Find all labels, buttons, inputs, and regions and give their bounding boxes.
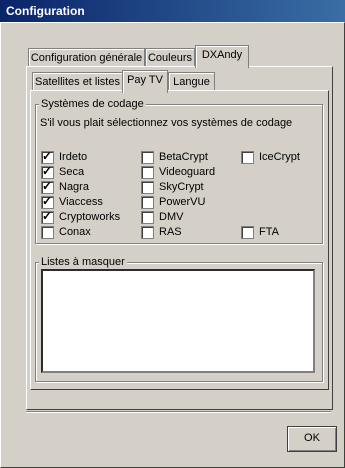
checkbox-box[interactable]: [141, 210, 154, 224]
checkbox-label: Viaccess: [59, 196, 103, 208]
checkbox-label: Conax: [59, 226, 91, 238]
checkbox-label: FTA: [259, 226, 279, 238]
separator: [26, 411, 331, 413]
checkbox-label: Irdeto: [59, 151, 88, 163]
hidden-lists-title: Listes à masquer: [39, 256, 127, 268]
checkbox-label: Cryptoworks: [59, 211, 121, 223]
hidden-lists-listbox[interactable]: [41, 269, 315, 373]
checkbox-label: BetaCrypt: [159, 151, 208, 163]
checkbox-conax[interactable]: Conax: [41, 225, 91, 239]
tab-label: DXAndy: [201, 49, 243, 61]
checkbox-label: DMV: [159, 211, 184, 223]
checkbox-box[interactable]: [141, 225, 154, 239]
checkbox-label: Nagra: [59, 181, 89, 193]
encoding-instruction: S'il vous plait sélectionnez vos système…: [40, 117, 293, 129]
check-mark-icon: ✓: [42, 178, 53, 193]
checkbox-box[interactable]: ✓: [41, 163, 54, 179]
tab-pay-tv[interactable]: Pay TV: [122, 70, 168, 93]
tab-label: Langue: [173, 76, 210, 88]
checkbox-dmv[interactable]: DMV: [141, 210, 183, 224]
tab-label: Configuration générale: [30, 52, 143, 64]
checkbox-box[interactable]: [141, 180, 154, 194]
checkbox-label: SkyCrypt: [159, 181, 204, 193]
checkbox-box[interactable]: [141, 195, 154, 209]
checkbox-box[interactable]: ✓: [41, 148, 54, 164]
check-mark-icon: ✓: [42, 193, 53, 208]
title-bar: Configuration: [0, 0, 345, 22]
checkbox-irdeto[interactable]: ✓ Irdeto: [41, 148, 88, 164]
checkbox-seca[interactable]: ✓ Seca: [41, 163, 85, 179]
checkbox-box[interactable]: [41, 225, 54, 239]
checkbox-videoguard[interactable]: Videoguard: [141, 165, 215, 179]
checkbox-cryptoworks[interactable]: ✓ Cryptoworks: [41, 208, 121, 224]
checkbox-box[interactable]: [141, 150, 154, 164]
checkbox-fta[interactable]: FTA: [241, 225, 279, 239]
tab-label: Satellites et listes: [35, 76, 120, 88]
tab-label: Pay TV: [127, 74, 163, 86]
checkbox-box[interactable]: [241, 225, 254, 239]
checkbox-betacrypt[interactable]: BetaCrypt: [141, 150, 208, 164]
checkbox-viaccess[interactable]: ✓ Viaccess: [41, 193, 103, 209]
checkbox-label: Seca: [59, 166, 85, 178]
check-mark-icon: ✓: [42, 148, 53, 163]
check-mark-icon: ✓: [42, 208, 53, 223]
checkbox-box[interactable]: ✓: [41, 208, 54, 224]
checkbox-label: RAS: [159, 226, 182, 238]
checkbox-box[interactable]: [141, 165, 154, 179]
checkbox-box[interactable]: ✓: [41, 178, 54, 194]
checkbox-label: IceCrypt: [259, 151, 300, 163]
tab-dxandy[interactable]: DXAndy: [195, 45, 249, 68]
window-title: Configuration: [6, 4, 85, 18]
ok-button-label: OK: [304, 432, 320, 444]
check-mark-icon: ✓: [42, 163, 53, 178]
ok-button[interactable]: OK: [287, 426, 337, 452]
checkbox-box[interactable]: [241, 150, 254, 164]
checkbox-powervu[interactable]: PowerVU: [141, 195, 205, 209]
checkbox-nagra[interactable]: ✓ Nagra: [41, 178, 89, 194]
encoding-systems-title: Systèmes de codage: [39, 98, 146, 110]
checkbox-skycrypt[interactable]: SkyCrypt: [141, 180, 204, 194]
checkbox-icecrypt[interactable]: IceCrypt: [241, 150, 300, 164]
tab-label: Couleurs: [147, 52, 193, 64]
checkbox-box[interactable]: ✓: [41, 193, 54, 209]
checkbox-ras[interactable]: RAS: [141, 225, 182, 239]
checkbox-label: Videoguard: [159, 166, 216, 178]
checkbox-label: PowerVU: [159, 196, 206, 208]
